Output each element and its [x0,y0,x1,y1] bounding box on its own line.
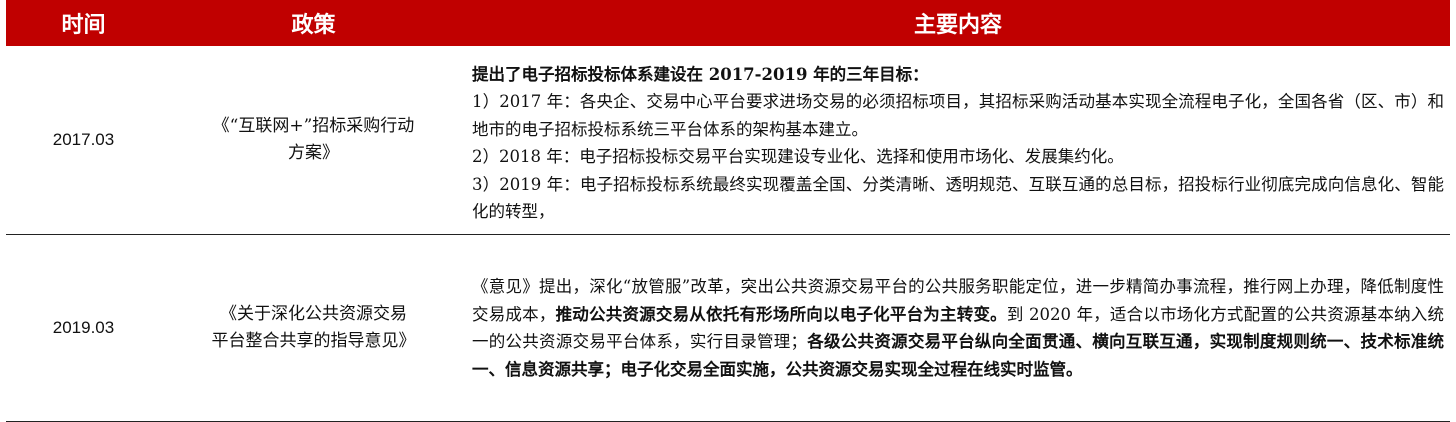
row-content: 提出了电子招标投标体系建设在 2017-2019 年的三年目标： 1）2017 … [466,46,1450,234]
table-row: 2019.03 《关于深化公共资源交易 平台整合共享的指导意见》 《意见》提出，… [6,235,1450,422]
row-policy: 《关于深化公共资源交易 平台整合共享的指导意见》 [161,235,466,421]
policy-line: 《关于深化公共资源交易 [220,304,407,324]
content-heading: 提出了电子招标投标体系建设在 2017-2019 年的三年目标： [472,64,929,84]
content-item: 1）2017 年：各央企、交易中心平台要求进场交易的必须招标项目，其招标采购活动… [472,92,1444,139]
policy-table: 时间 政策 主要内容 2017.03 《“互联网+”招标采购行动 方案》 提出了… [6,0,1450,422]
policy-line: 《“互联网+”招标采购行动 [212,116,415,136]
content-item: 2）2018 年：电子招标投标交易平台实现建设专业化、选择和使用市场化、发展集约… [472,147,1124,166]
header-time: 时间 [61,12,106,38]
row-policy: 《“互联网+”招标采购行动 方案》 [161,46,466,234]
table-row: 2017.03 《“互联网+”招标采购行动 方案》 提出了电子招标投标体系建设在… [6,46,1450,235]
content-item: 3）2019 年：电子招标投标系统最终实现覆盖全国、分类清晰、透明规范、互联互通… [472,174,1444,222]
header-content: 主要内容 [913,12,1002,38]
content-bold-text: 推动公共资源交易从依托有形场所向以电子化平台为主转变。 [555,304,1007,324]
policy-line: 平台整合共享的指导意见》 [211,331,416,351]
row-date: 2017.03 [52,130,115,149]
policy-line: 方案》 [287,143,339,163]
row-content: 《意见》提出，深化“放管服”改革，突出公共资源交易平台的公共服务职能定位，进一步… [466,235,1450,421]
table-header: 时间 政策 主要内容 [6,0,1450,46]
header-policy: 政策 [291,12,336,38]
row-date: 2019.03 [52,318,115,337]
